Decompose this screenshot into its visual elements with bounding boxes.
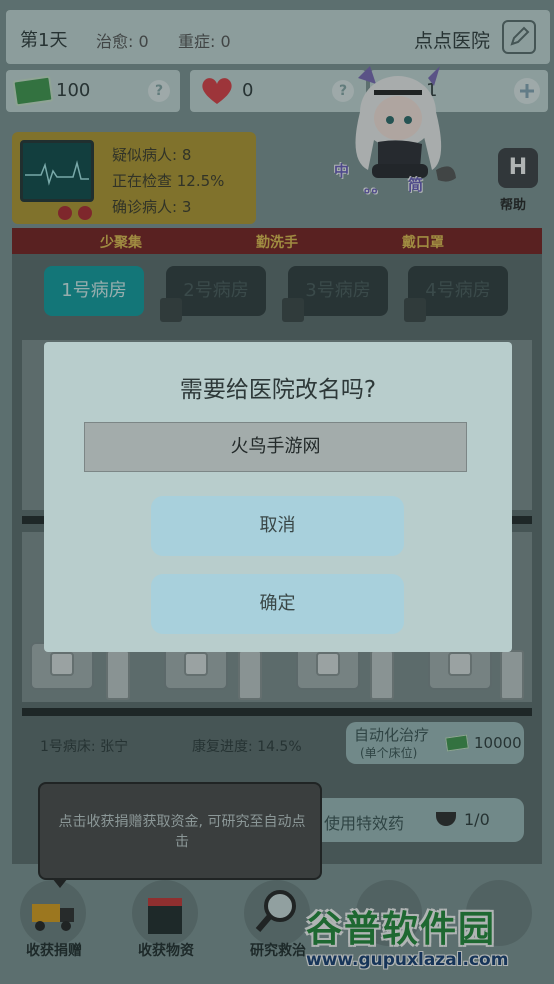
hospital-name-input[interactable]	[84, 422, 467, 472]
rename-dialog: 需要给医院改名吗? 取消 确定	[44, 342, 512, 652]
confirm-button[interactable]: 确定	[151, 574, 404, 634]
dialog-title: 需要给医院改名吗?	[179, 377, 377, 403]
cancel-button[interactable]: 取消	[151, 496, 404, 556]
